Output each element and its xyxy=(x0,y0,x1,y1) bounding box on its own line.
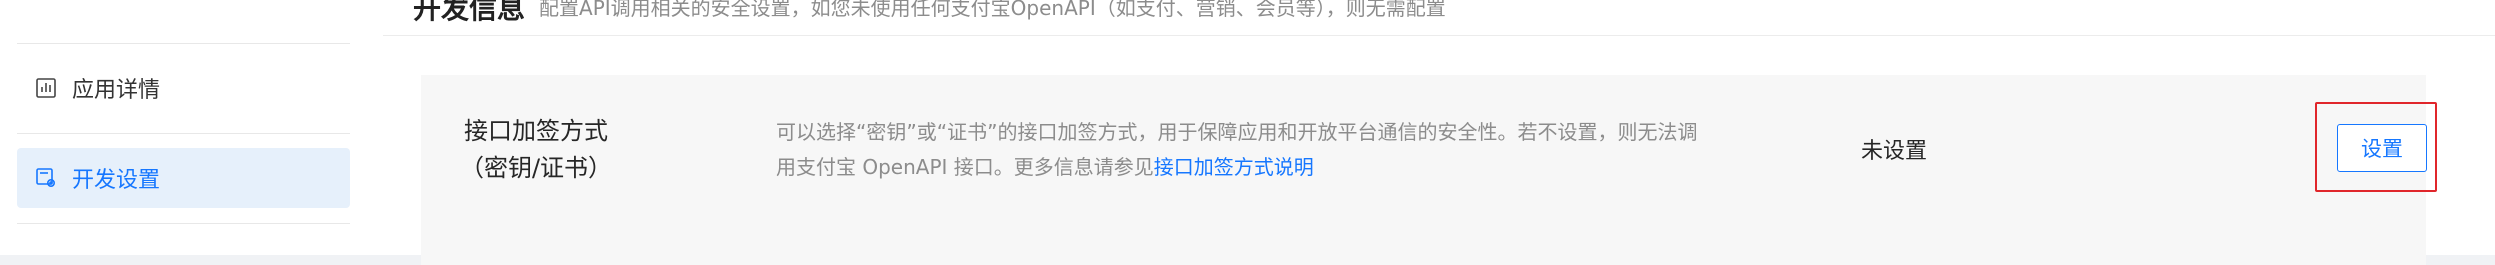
setting-description-text: 用支付宝 OpenAPI 接口。更多信息请参见 xyxy=(776,155,1154,179)
main-content: 开发信息 配置API调用相关的安全设置，如您未使用任何支付宝OpenAPI（如支… xyxy=(383,0,2495,265)
sidebar-item-label: 应用详情 xyxy=(72,78,161,103)
settings-gear-icon xyxy=(34,166,58,190)
setting-row-signing-method: 接口加签方式 （密钥/证书） 可以选择“密钥”或“证书”的接口加签方式，用于保障… xyxy=(421,75,2437,265)
setting-description-line1: 可以选择“密钥”或“证书”的接口加签方式，用于保障应用和开放平台通信的安全性。若… xyxy=(776,120,1698,144)
signing-method-help-link[interactable]: 接口加签方式说明 xyxy=(1154,155,1314,179)
set-button[interactable]: 设置 xyxy=(2337,124,2427,172)
sidebar-divider xyxy=(17,133,350,134)
section-description: 配置API调用相关的安全设置，如您未使用任何支付宝OpenAPI（如支付、营销、… xyxy=(539,0,1446,20)
setting-name: 接口加签方式 （密钥/证书） xyxy=(436,113,636,187)
setting-name-line1: 接口加签方式 xyxy=(464,117,608,145)
setting-description: 可以选择“密钥”或“证书”的接口加签方式，用于保障应用和开放平台通信的安全性。若… xyxy=(776,115,1756,185)
setting-name-line2: （密钥/证书） xyxy=(459,154,613,182)
section-header: 开发信息 配置API调用相关的安全设置，如您未使用任何支付宝OpenAPI（如支… xyxy=(383,0,2495,36)
sidebar-item-label: 开发设置 xyxy=(72,168,161,193)
sidebar-item-dev-settings[interactable]: 开发设置 xyxy=(17,148,350,208)
setting-description-line2: 用支付宝 OpenAPI 接口。更多信息请参见接口加签方式说明 xyxy=(776,150,1756,185)
sidebar-divider xyxy=(17,223,350,224)
sidebar: 应用详情 开发设置 xyxy=(0,0,383,255)
sidebar-divider xyxy=(17,43,350,44)
chart-icon xyxy=(34,76,58,100)
section-title: 开发信息 xyxy=(413,0,526,25)
setting-status: 未设置 xyxy=(1861,139,1928,164)
sidebar-item-app-details[interactable]: 应用详情 xyxy=(17,58,350,118)
